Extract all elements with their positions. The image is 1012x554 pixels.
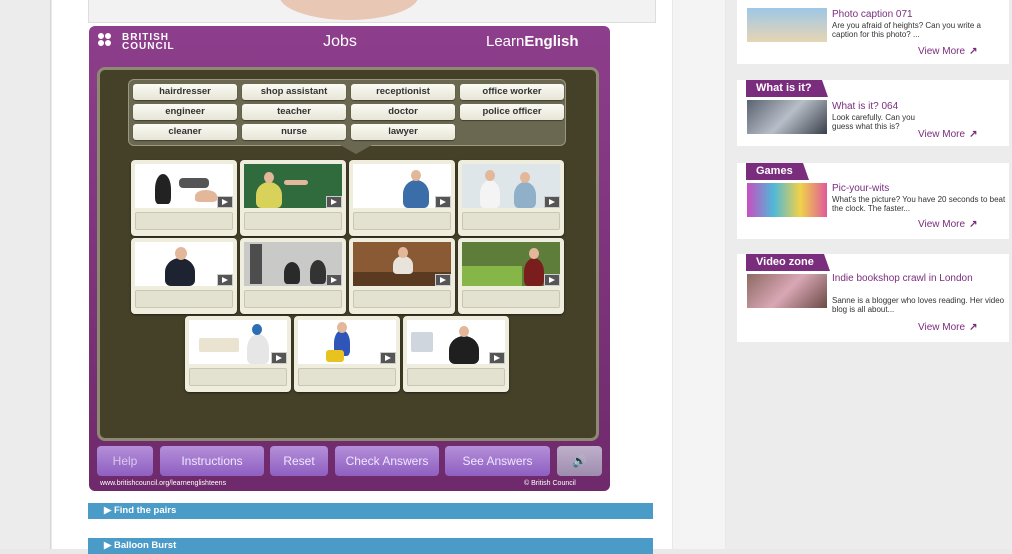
picture-card[interactable] — [240, 160, 346, 236]
answer-slot[interactable] — [407, 368, 505, 386]
picture-card[interactable] — [458, 238, 564, 314]
reset-button[interactable]: Reset — [270, 446, 328, 476]
widget-title[interactable]: What is it? 064 — [832, 101, 898, 112]
arrow-up-right-icon: ↗ — [969, 46, 978, 57]
answer-slot[interactable] — [135, 212, 233, 230]
word-tile[interactable]: police officer — [460, 104, 564, 120]
activity-title: Jobs — [323, 33, 357, 50]
word-tile[interactable]: cleaner — [133, 124, 237, 140]
picture-card[interactable] — [131, 238, 237, 314]
word-tile[interactable]: teacher — [242, 104, 346, 120]
see-answers-button[interactable]: See Answers — [445, 446, 550, 476]
arrow-up-right-icon: ↗ — [969, 129, 978, 140]
widget-description: Are you afraid of heights? Can you write… — [832, 21, 981, 39]
video-zone-tab: Video zone — [746, 254, 830, 271]
word-tile[interactable]: engineer — [133, 104, 237, 120]
left-margin — [0, 0, 51, 549]
answer-slot[interactable] — [353, 212, 451, 230]
activity-url: www.britishcouncil.org/learnenglishteens — [100, 480, 227, 487]
copyright-text: © British Council — [524, 480, 576, 487]
picture-card[interactable] — [240, 238, 346, 314]
picture-card[interactable] — [131, 160, 237, 236]
picture-card[interactable] — [294, 316, 400, 392]
video-thumbnail[interactable] — [747, 274, 827, 308]
play-icon[interactable] — [489, 352, 505, 364]
widget-description: Look carefully. Can you guess what this … — [832, 113, 916, 131]
what-is-it-tab: What is it? — [746, 80, 828, 97]
sound-button[interactable]: 🔊 — [557, 446, 602, 476]
widget-title[interactable]: Indie bookshop crawl in London — [832, 273, 1002, 285]
answer-slot[interactable] — [462, 212, 560, 230]
accordion-balloon-burst[interactable]: ▶︎ Balloon Burst — [88, 538, 653, 554]
speaker-icon: 🔊 — [572, 454, 587, 468]
answer-slot[interactable] — [244, 290, 342, 308]
activity-controls: Help Instructions Reset Check Answers Se… — [97, 446, 602, 478]
word-tile[interactable]: office worker — [460, 84, 564, 100]
word-tile[interactable]: shop assistant — [242, 84, 346, 100]
view-more-link[interactable]: View More ↗ — [918, 322, 977, 333]
triangle-right-icon: ▶︎ — [104, 505, 114, 516]
play-icon[interactable] — [435, 196, 451, 208]
answer-slot[interactable] — [244, 212, 342, 230]
play-icon[interactable] — [326, 274, 342, 286]
play-icon[interactable] — [380, 352, 396, 364]
instructions-button[interactable]: Instructions — [160, 446, 264, 476]
widget-title[interactable]: Photo caption 071 — [832, 9, 913, 20]
play-icon[interactable] — [544, 274, 560, 286]
arrow-up-right-icon: ↗ — [969, 322, 978, 333]
header-photo — [88, 0, 656, 23]
british-council-dots-icon — [98, 33, 118, 47]
picture-card[interactable] — [458, 160, 564, 236]
view-more-link[interactable]: View More ↗ — [918, 219, 977, 230]
help-button[interactable]: Help — [97, 446, 153, 476]
play-icon[interactable] — [271, 352, 287, 364]
games-tab: Games — [746, 163, 809, 180]
picture-card[interactable] — [185, 316, 291, 392]
answer-slot[interactable] — [298, 368, 396, 386]
play-icon[interactable] — [326, 196, 342, 208]
view-more-link[interactable]: View More ↗ — [918, 46, 977, 57]
answer-slot[interactable] — [135, 290, 233, 308]
word-tile[interactable]: receptionist — [351, 84, 455, 100]
check-answers-button[interactable]: Check Answers — [335, 446, 439, 476]
word-tile[interactable]: hairdresser — [133, 84, 237, 100]
british-council-logo: BRITISH COUNCIL — [98, 33, 175, 52]
what-is-it-thumbnail[interactable] — [747, 100, 827, 134]
arrow-up-right-icon: ↗ — [969, 219, 978, 230]
word-bank-pointer — [340, 145, 372, 154]
word-tile[interactable]: doctor — [351, 104, 455, 120]
pic-your-wits-thumbnail[interactable] — [747, 183, 827, 217]
play-icon[interactable] — [544, 196, 560, 208]
answer-slot[interactable] — [353, 290, 451, 308]
view-more-link[interactable]: View More ↗ — [918, 129, 977, 140]
widget-description: What's the picture? You have 20 seconds … — [832, 195, 1006, 213]
learnenglish-brand: LearnEnglish — [486, 33, 579, 50]
answer-slot[interactable] — [462, 290, 560, 308]
word-tile[interactable]: nurse — [242, 124, 346, 140]
picture-card[interactable] — [403, 316, 509, 392]
gutter — [673, 0, 725, 549]
picture-card[interactable] — [349, 238, 455, 314]
play-icon[interactable] — [217, 274, 233, 286]
triangle-right-icon: ▶︎ — [104, 540, 114, 551]
picture-card[interactable] — [349, 160, 455, 236]
play-icon[interactable] — [435, 274, 451, 286]
photo-caption-thumbnail[interactable] — [747, 8, 827, 42]
play-icon[interactable] — [217, 196, 233, 208]
word-tile[interactable]: lawyer — [351, 124, 455, 140]
widget-description: Sanne is a blogger who loves reading. He… — [832, 296, 1005, 314]
accordion-find-the-pairs[interactable]: ▶︎ Find the pairs — [88, 503, 653, 519]
widget-title[interactable]: Pic-your-wits — [832, 183, 889, 194]
answer-slot[interactable] — [189, 368, 287, 386]
